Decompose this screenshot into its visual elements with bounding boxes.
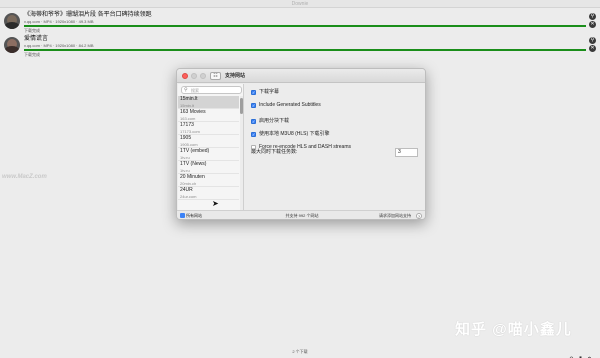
sidebar-toggle-icon[interactable]: ☷ [210,72,221,80]
download-status: 下载完成 [24,28,40,33]
site-domain: 1tv.ru [180,168,190,173]
watermark-right: 知乎 @喵小鑫儿 [455,321,572,338]
list-item[interactable]: 1TV (embed) 1tv.ru [178,148,239,161]
download-status: 下载完成 [24,52,40,57]
site-list-scrollbar[interactable] [240,96,243,210]
list-item[interactable]: 24UR 24ur.com [178,187,239,200]
site-name: 15min.lt [180,96,198,102]
progress-fill [24,25,586,27]
help-button[interactable]: ? [416,213,422,219]
dialog-titlebar: ☷ 支持网站 [177,69,425,83]
site-domain: 24ur.com [180,194,197,199]
remove-close-icon[interactable]: ✕ [589,21,596,28]
search-icon: ⚲ [184,87,188,93]
reveal-search-icon[interactable]: ⚲ [589,37,596,44]
site-domain: 20min.ch [180,181,197,186]
search-placeholder: 搜索 [191,88,199,93]
progress-bar [24,49,586,51]
option-label: 启用分块下载 [259,118,290,124]
site-name: 1905 [180,135,192,141]
site-domain: 163.com [180,116,196,121]
max-downloads-label: 最大同时下载任务数: [251,149,298,155]
max-downloads-field[interactable]: 3 [395,148,418,157]
zoom-window-button[interactable] [200,73,206,79]
footer-toolbar: ⚲❚⚙ [566,348,593,358]
download-count: 2 个下载 [292,349,308,354]
download-title: 爱情谎言 [24,36,49,42]
app-titlebar: Downie [0,0,600,8]
progress-bar [24,25,586,27]
close-window-button[interactable] [182,73,188,79]
dialog-title: 支持网站 [225,73,246,79]
video-thumbnail [4,37,20,53]
checkbox[interactable]: ✓ [251,119,256,124]
list-item[interactable]: 20 Minuten 20min.ch [178,174,239,187]
site-name: 1TV (News) [180,161,207,167]
reveal-search-icon[interactable]: ⚲ [589,13,596,20]
checkbox[interactable]: ✓ [251,132,256,137]
list-item[interactable]: 1TV (News) 1tv.ru [178,161,239,174]
site-domain: 1905.com [180,142,198,147]
mouse-pointer-icon: ➤ [212,199,219,208]
site-domain: 1tv.ru [180,155,190,160]
download-meta: v.qq.com · MP4 · 1920x1080 · 49.3 MB [24,19,94,24]
watermark-left: www.MacZ.com [2,174,47,180]
site-list: 15min.lt 15min.lt 163 Movies 163.com 171… [178,96,239,210]
download-title: 《海蒂和爷爷》珊瑚泪片段 各平台口碑持续领跑 [24,12,152,18]
list-item[interactable]: 163 Movies 163.com [178,109,239,122]
site-name: 17173 [180,122,194,128]
minimize-window-button[interactable] [191,73,197,79]
download-item[interactable]: 爱情谎言 v.qq.com · MP4 · 1920x1080 · 84.2 M… [0,34,600,59]
list-item[interactable]: 15min.lt 15min.lt [178,96,239,109]
site-domain: 17173.com [180,129,200,134]
site-name: 20 Minuten [180,174,205,180]
site-name: 163 Movies [180,109,206,115]
max-downloads-row: 最大同时下载任务数: 3 [251,148,418,157]
option-label: 下载字幕 [259,89,280,95]
site-name: 24UR [180,187,193,193]
request-site-link[interactable]: 请求添加网站支持 [379,212,411,219]
site-list-panel: ⚲ 搜索 15min.lt 15min.lt 163 Movies 163.co… [178,84,244,210]
dialog-footer: 所有网站 共支持 992 个网站 请求添加网站支持 ? [177,210,425,219]
app-title: Downie [291,1,309,7]
supported-sites-dialog: ☷ 支持网站 ⚲ 搜索 15min.lt 15min.lt 163 Movies… [176,68,426,220]
checkbox[interactable]: ✓ [251,103,256,108]
video-thumbnail [4,13,20,29]
remove-close-icon[interactable]: ✕ [589,45,596,52]
list-item[interactable]: 17173 17173.com [178,122,239,135]
download-meta: v.qq.com · MP4 · 1920x1080 · 84.2 MB [24,43,94,48]
option-label: 使用本地 M3U8 (HLS) 下载引擎 [259,131,330,137]
download-item[interactable]: 《海蒂和爷爷》珊瑚泪片段 各平台口碑持续领跑 v.qq.com · MP4 · … [0,10,600,35]
option-label: Include Generated Subtitles [259,102,321,108]
site-search-input[interactable]: ⚲ 搜索 [181,86,242,94]
site-name: 1TV (embed) [180,148,210,154]
site-domain: 15min.lt [180,103,195,108]
checkbox[interactable]: ✓ [251,90,256,95]
list-item[interactable]: 1905 1905.com [178,135,239,148]
progress-fill [24,49,586,51]
